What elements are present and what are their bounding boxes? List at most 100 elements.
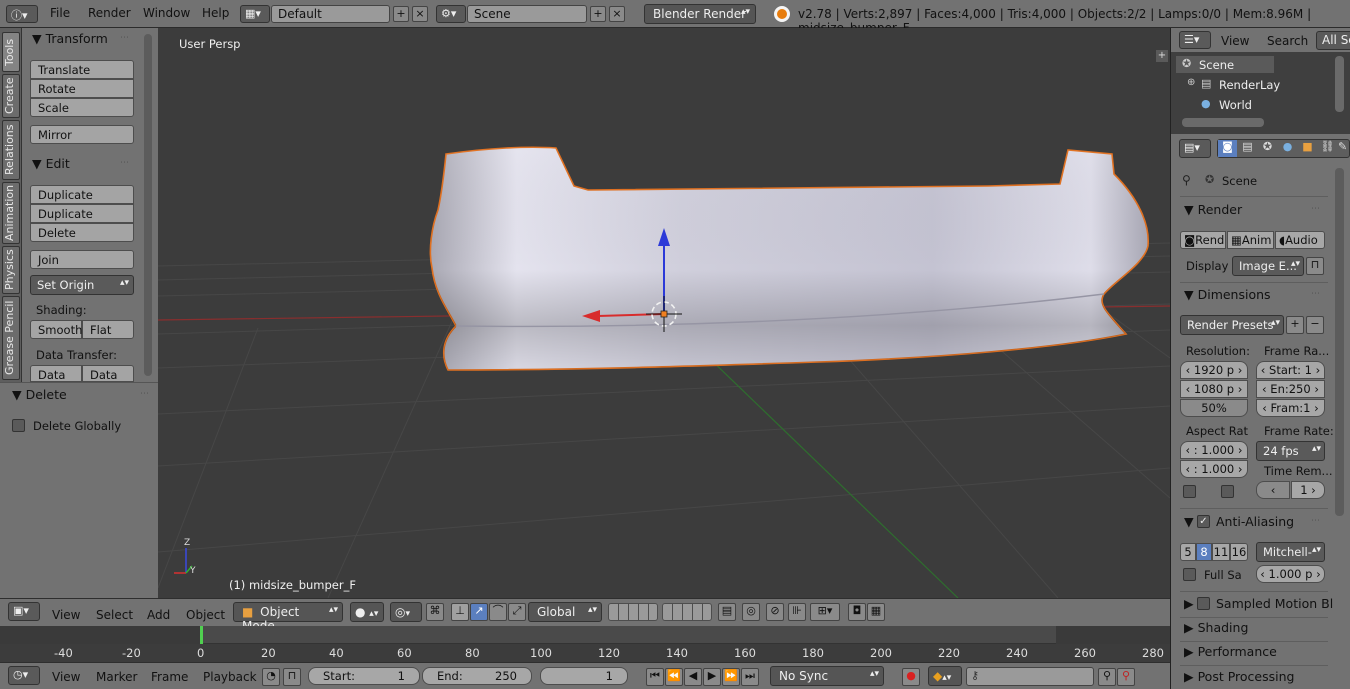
frame-end-prop-field[interactable]: ‹ En:250 › (1256, 380, 1325, 398)
drag-handle-icon[interactable]: ⋯ (1311, 516, 1320, 526)
insert-keyframe-icon[interactable]: ⚲ (1098, 668, 1116, 686)
world-tab-icon[interactable]: ● (1278, 140, 1297, 157)
flat-button[interactable]: Flat (82, 320, 134, 339)
menu-help[interactable]: Help (202, 6, 229, 20)
proportional-icon[interactable]: ⌘ (426, 603, 444, 621)
aa-samples-16[interactable]: 16 (1230, 543, 1248, 561)
delete-button[interactable]: Delete (30, 223, 134, 242)
anti-aliasing-checkbox[interactable]: ✓ (1197, 515, 1210, 528)
render-presets-dropdown[interactable]: Render Presets ▴▾ (1180, 315, 1284, 335)
delete-keyframe-icon[interactable]: ⚲ (1117, 668, 1135, 686)
opengl-anim-icon[interactable]: ▦ (867, 603, 885, 621)
frame-rate-dropdown[interactable]: 24 fps ▴▾ (1256, 441, 1325, 461)
proportional-edit-icon[interactable]: ◎ (742, 603, 760, 621)
post-processing-panel-header[interactable]: ▶ Post Processing (1184, 669, 1294, 684)
anti-aliasing-panel-header[interactable]: ▼ (1184, 514, 1194, 529)
aa-samples-11[interactable]: 11 (1212, 543, 1230, 561)
snap-element-icon[interactable]: ⊪ (788, 603, 806, 621)
snap-target-icon[interactable]: ⊞▾ (810, 603, 840, 621)
render-engine-dropdown[interactable]: Blender Render ▴▾ (644, 4, 756, 24)
menu-render[interactable]: Render (88, 6, 131, 20)
remove-scene-icon[interactable]: × (609, 6, 625, 22)
record-icon[interactable]: ● (902, 668, 920, 686)
timeline-menu-marker[interactable]: Marker (96, 670, 137, 684)
aa-samples-5[interactable]: 5 (1180, 543, 1196, 561)
tab-tools[interactable]: Tools (2, 32, 20, 72)
current-frame-indicator[interactable] (200, 626, 203, 644)
remove-preset-icon[interactable]: − (1306, 316, 1324, 334)
screen-layout-field[interactable]: Default (271, 5, 390, 23)
lock-interface-icon[interactable]: ⊓ (1306, 257, 1324, 275)
info-editor-icon[interactable]: ⓘ▾ (6, 5, 38, 23)
pin-icon[interactable]: ⚲ (1182, 173, 1191, 187)
motion-blur-panel-header[interactable]: ▶ (1184, 596, 1194, 611)
resolution-percentage-field[interactable]: 50% (1180, 399, 1248, 417)
remove-layout-icon[interactable]: × (412, 6, 428, 22)
menu-select[interactable]: Select (96, 608, 133, 622)
filter-size-field[interactable]: ‹ 1.000 p › (1256, 565, 1325, 583)
keying-set-field[interactable]: ⚷ (966, 667, 1094, 686)
drag-handle-icon[interactable]: ⋯ (140, 389, 149, 399)
viewport-shading-dropdown[interactable]: ● ▴▾ (350, 602, 384, 622)
dimensions-panel-header[interactable]: ▼ Dimensions (1184, 287, 1271, 302)
frame-start-field[interactable]: Start: 1 (308, 667, 420, 685)
lock-layers-icon[interactable]: ▤ (718, 603, 736, 621)
sync-mode-dropdown[interactable]: No Sync ▴▾ (770, 666, 884, 686)
play-icon[interactable]: ▶ (703, 668, 721, 686)
add-layout-icon[interactable]: + (393, 6, 409, 22)
modifiers-tab-icon[interactable]: ✎ (1338, 140, 1350, 157)
jump-next-keyframe-icon[interactable]: ⏩ (722, 668, 740, 686)
smooth-button[interactable]: Smooth (30, 320, 82, 339)
menu-add[interactable]: Add (147, 608, 170, 622)
translate-manipulator-icon[interactable]: ↗ (470, 603, 488, 621)
expand-plus-icon[interactable]: ⊕ (1187, 77, 1195, 88)
outliner-menu-search[interactable]: Search (1267, 34, 1308, 48)
resolution-y-field[interactable]: ‹ 1080 p › (1180, 380, 1248, 398)
render-panel-header[interactable]: ▼ Render (1184, 202, 1242, 217)
preview-range-icon[interactable]: ◔ (262, 668, 280, 686)
tab-relations[interactable]: Relations (2, 120, 20, 180)
outliner-hscrollbar[interactable] (1182, 118, 1264, 127)
menu-view[interactable]: View (52, 608, 80, 622)
delete-operator-header[interactable]: ▼ Delete (12, 387, 67, 402)
crop-checkbox[interactable] (1221, 485, 1234, 498)
rotate-button[interactable]: Rotate (30, 79, 134, 98)
jump-start-icon[interactable]: ⏮ (646, 668, 664, 686)
3d-viewport[interactable]: User Persp Z Y (1) midsize_bumper_F + (158, 28, 1170, 598)
time-remap-old-field[interactable]: ‹ (1256, 481, 1290, 499)
scale-manipulator-icon[interactable]: ⤢ (508, 603, 526, 621)
set-origin-dropdown[interactable]: Set Origin ▴▾ (30, 275, 134, 295)
tab-animation[interactable]: Animation (2, 182, 20, 244)
edit-panel-header[interactable]: ▼ Edit (32, 156, 70, 171)
layer-buttons-b[interactable] (662, 603, 712, 621)
object-mode-dropdown[interactable]: ■ Object Mode ▴▾ (233, 602, 343, 633)
transform-panel-header[interactable]: ▼ Transform (32, 31, 108, 46)
menu-file[interactable]: File (50, 6, 70, 20)
render-tab-icon[interactable]: ◙ (1218, 140, 1237, 157)
frame-step-field[interactable]: ‹ Fram:1 › (1256, 399, 1325, 417)
current-frame-field[interactable]: 1 (540, 667, 628, 685)
snap-icon[interactable]: ⊘ (766, 603, 784, 621)
constraints-tab-icon[interactable]: ⛓ (1318, 140, 1337, 157)
scale-button[interactable]: Scale (30, 98, 134, 117)
data-button[interactable]: Data (30, 365, 82, 382)
drag-handle-icon[interactable]: ⋯ (120, 33, 129, 43)
frame-start-prop-field[interactable]: ‹ Start: 1 › (1256, 361, 1325, 379)
timeline-menu-frame[interactable]: Frame (151, 670, 188, 684)
opengl-render-icon[interactable]: ◘ (848, 603, 866, 621)
scene-tab-icon[interactable]: ✪ (1258, 140, 1277, 157)
keying-set-dropdown[interactable]: ◆▴▾ (928, 666, 962, 686)
duplicate-button[interactable]: Duplicate (30, 185, 134, 204)
aspect-x-field[interactable]: ‹ : 1.000 › (1180, 441, 1248, 459)
lock-range-icon[interactable]: ⊓ (283, 668, 301, 686)
render-layers-tab-icon[interactable]: ▤ (1238, 140, 1257, 157)
render-anim-button[interactable]: ▦Anim (1227, 231, 1274, 249)
display-dropdown[interactable]: Image E... ▴▾ (1232, 256, 1304, 276)
menu-object[interactable]: Object (186, 608, 225, 622)
join-button[interactable]: Join (30, 250, 134, 269)
rotate-manipulator-icon[interactable]: ⌒ (489, 603, 507, 621)
border-checkbox[interactable] (1183, 485, 1196, 498)
delete-globally-checkbox[interactable] (12, 419, 25, 432)
editor-type-icon[interactable]: ▣▾ (8, 602, 40, 621)
screen-layout-icon[interactable]: ▦▾ (240, 5, 270, 23)
